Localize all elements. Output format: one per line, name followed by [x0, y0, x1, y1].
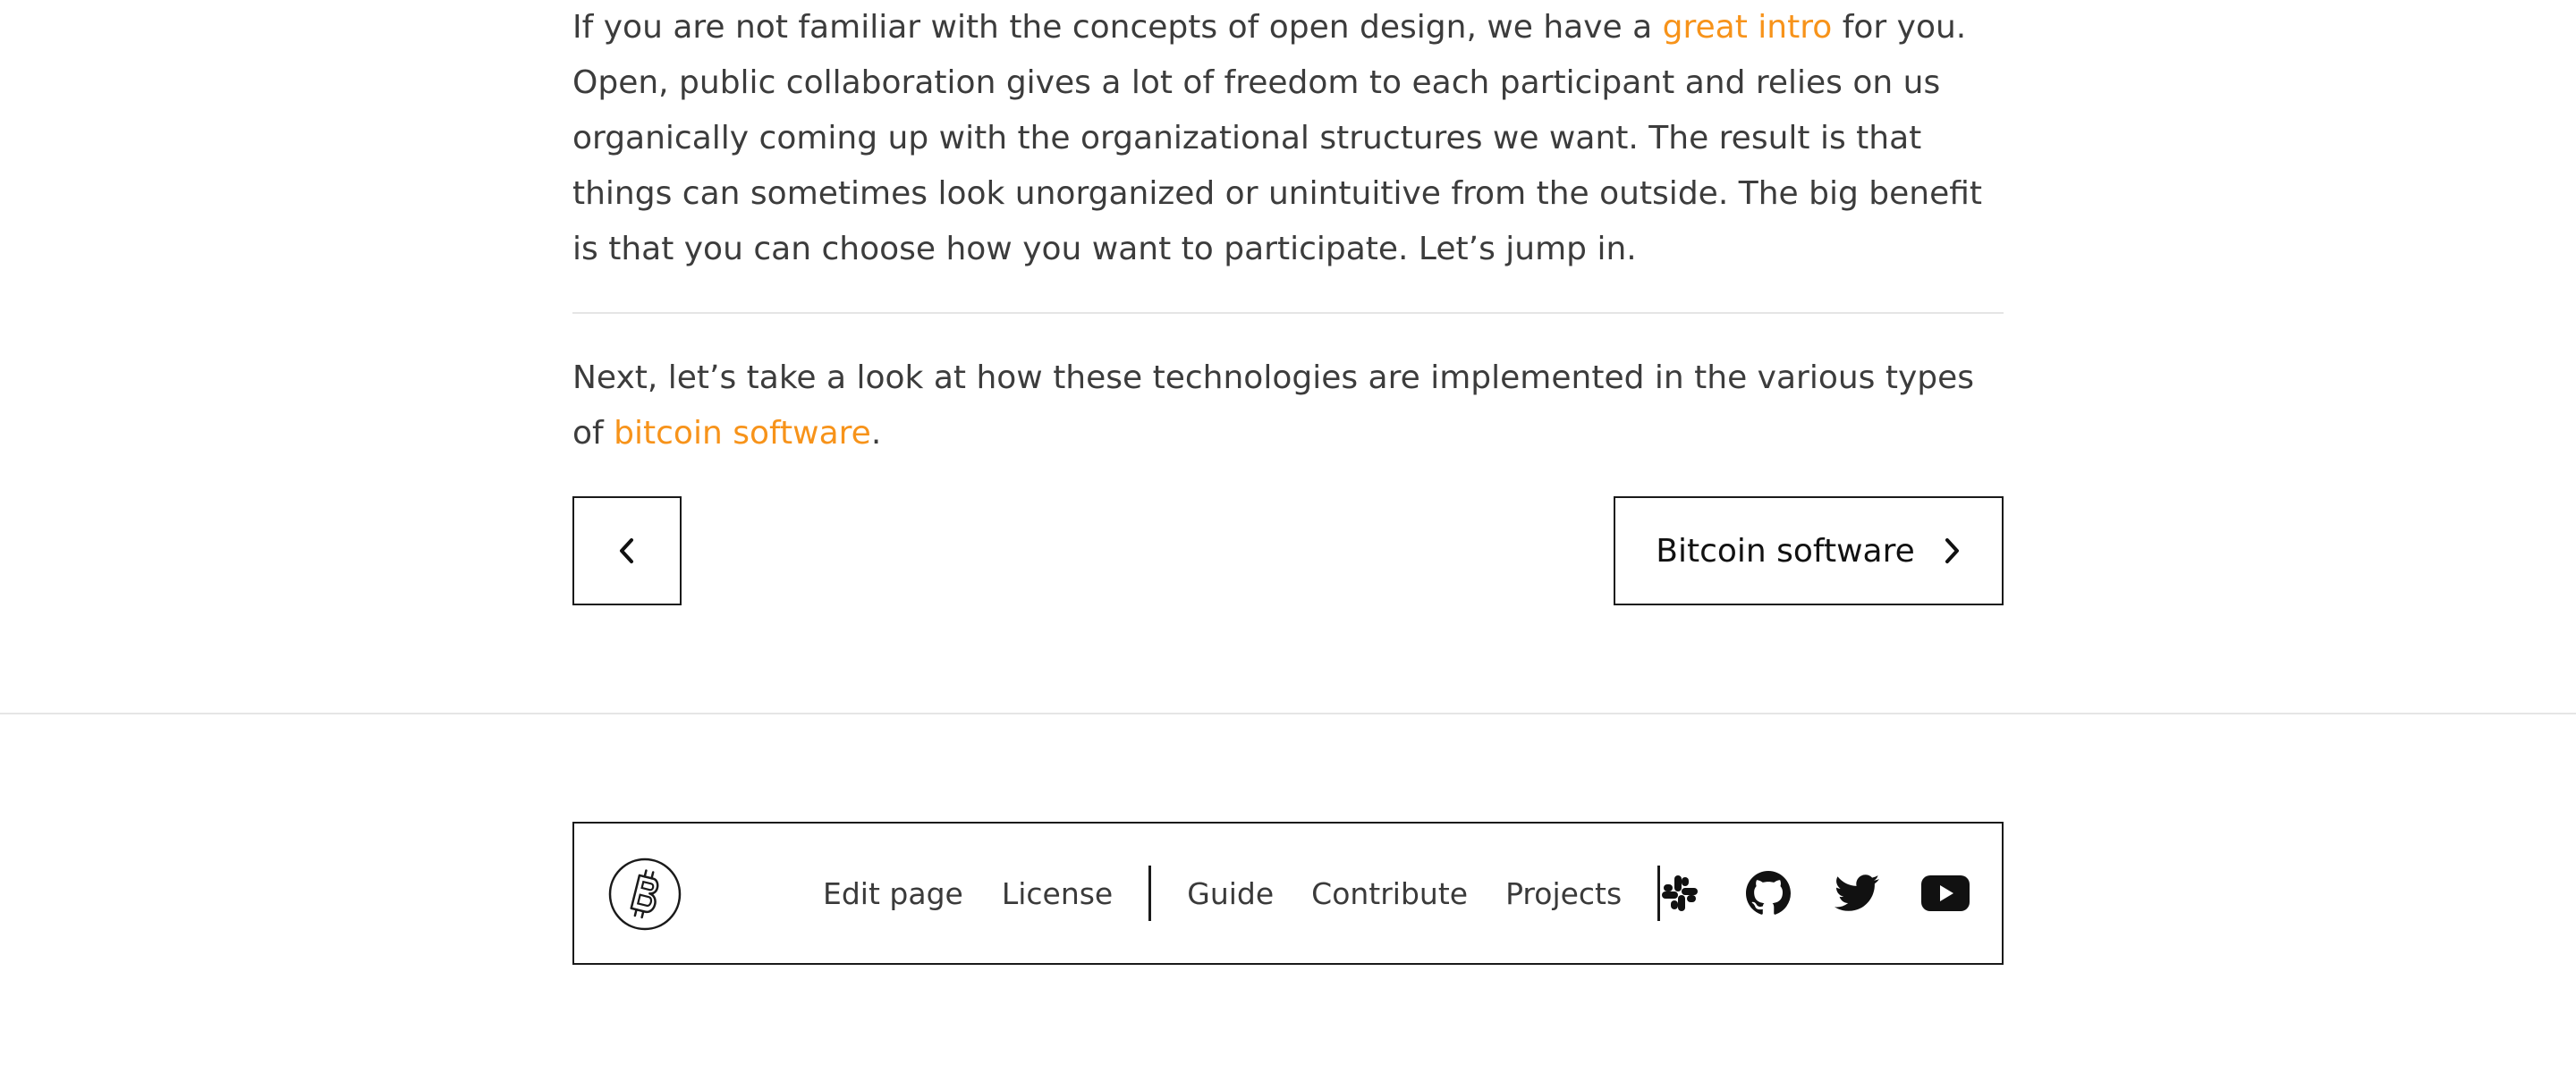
chevron-right-icon — [1942, 536, 1962, 566]
next-page-label: Bitcoin software — [1656, 532, 1915, 570]
projects-link[interactable]: Projects — [1505, 876, 1622, 911]
bitcoin-software-link[interactable]: bitcoin software — [614, 415, 871, 452]
next-page-button[interactable]: Bitcoin software — [1614, 496, 2004, 605]
github-icon[interactable] — [1741, 824, 1795, 963]
next-section-paragraph: Next, let’s take a look at how these tec… — [572, 351, 2004, 461]
footer-nav: Edit page License Guide Contribute Proje… — [823, 824, 1661, 963]
chevron-left-icon — [617, 536, 637, 566]
next-text-after: . — [870, 415, 882, 452]
bitcoin-logo-icon[interactable] — [608, 858, 682, 931]
section-divider — [572, 312, 2004, 314]
intro-paragraph: If you are not familiar with the concept… — [572, 0, 2004, 277]
previous-page-button[interactable] — [572, 496, 682, 605]
edit-page-link[interactable]: Edit page — [823, 876, 963, 911]
license-link[interactable]: License — [1002, 876, 1113, 911]
slack-icon[interactable] — [1653, 824, 1707, 963]
site-footer: Edit page License Guide Contribute Proje… — [572, 822, 2004, 965]
youtube-icon[interactable] — [1916, 824, 1975, 963]
intro-text-before: If you are not familiar with the concept… — [572, 9, 1663, 46]
twitter-icon[interactable] — [1830, 824, 1884, 963]
contribute-link[interactable]: Contribute — [1311, 876, 1468, 911]
intro-text-after: for you. Open, public collaboration give… — [572, 9, 1983, 267]
footer-divider — [0, 713, 2576, 714]
footer-separator — [1148, 866, 1152, 921]
great-intro-link[interactable]: great intro — [1663, 9, 1833, 46]
guide-link[interactable]: Guide — [1187, 876, 1274, 911]
